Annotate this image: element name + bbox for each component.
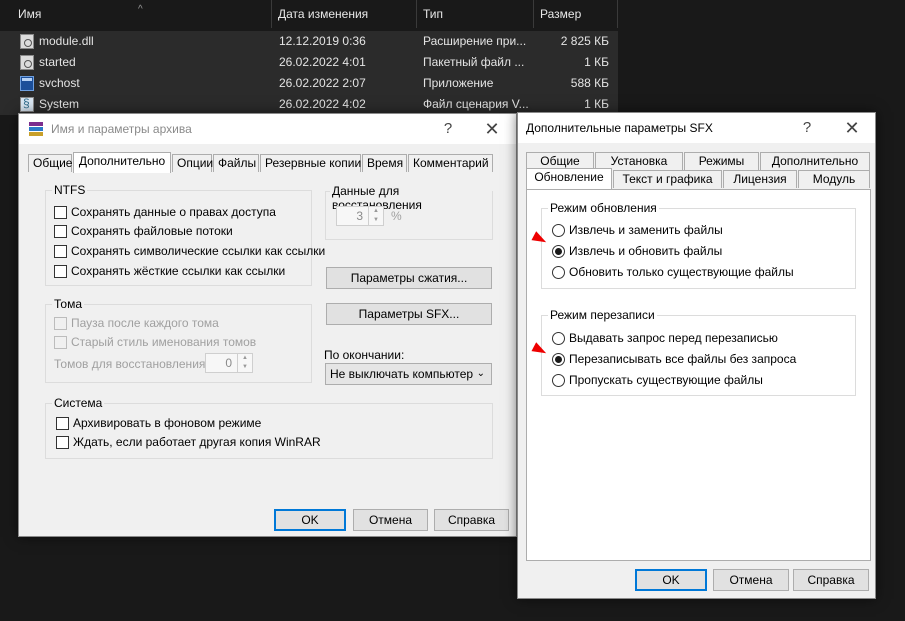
tab-advanced[interactable]: Дополнительно xyxy=(760,152,870,170)
file-type: Приложение xyxy=(423,76,494,90)
chevron-down-icon: ⌄ xyxy=(476,368,485,379)
tab-general[interactable]: Общие xyxy=(28,154,72,172)
tab-update[interactable]: Обновление xyxy=(526,168,612,189)
tab-panel-update: Режим обновления Извлечь и заменить файл… xyxy=(526,189,871,561)
column-date[interactable]: Дата изменения xyxy=(272,0,417,28)
column-size[interactable]: Размер xyxy=(534,0,618,28)
update-mode-group: Режим обновления Извлечь и заменить файл… xyxy=(541,201,856,289)
file-date: 26.02.2022 4:02 xyxy=(279,97,366,111)
file-row[interactable]: started 26.02.2022 4:01 Пакетный файл ..… xyxy=(0,52,618,73)
window-title: Имя и параметры архива xyxy=(51,122,192,136)
update-mode-title: Режим обновления xyxy=(548,201,659,215)
tab-license[interactable]: Лицензия xyxy=(723,170,797,188)
ok-button[interactable]: OK xyxy=(635,569,707,591)
close-icon[interactable]: ✕ xyxy=(481,118,503,140)
ntfs-group: NTFS Сохранять данные о правах доступа С… xyxy=(45,183,325,286)
help-title-button[interactable]: ? xyxy=(437,118,459,140)
recovery-percent-stepper[interactable]: 3 ▲ ▼ xyxy=(336,206,384,226)
spin-up-icon[interactable]: ▲ xyxy=(238,354,252,363)
file-name: System xyxy=(39,97,80,111)
file-name: started xyxy=(39,55,76,69)
close-icon[interactable]: ✕ xyxy=(841,117,863,139)
recovery-data-group: Данные для восстановления 3 ▲ ▼ % xyxy=(325,184,493,240)
winrar-icon xyxy=(29,122,43,136)
column-name[interactable]: Имя ^ xyxy=(0,0,272,28)
recovery-volumes-stepper[interactable]: 0 ▲ ▼ xyxy=(205,353,253,373)
overwrite-mode-title: Режим перезаписи xyxy=(548,308,657,322)
ok-button[interactable]: OK xyxy=(274,509,346,531)
tab-strip: Общие Дополнительно Опции Файлы Резервны… xyxy=(27,152,507,174)
overwrite-mode-group: Режим перезаписи Выдавать запрос перед п… xyxy=(541,308,856,396)
tab-backup[interactable]: Резервные копии xyxy=(260,154,361,172)
tab-comment[interactable]: Комментарий xyxy=(408,154,493,172)
tab-advanced[interactable]: Дополнительно xyxy=(73,152,171,173)
file-date: 26.02.2022 2:07 xyxy=(279,76,366,90)
file-row[interactable]: svchost 26.02.2022 2:07 Приложение 588 К… xyxy=(0,73,618,94)
cancel-button[interactable]: Отмена xyxy=(713,569,789,591)
file-list-header: Имя ^ Дата изменения Тип Размер xyxy=(0,0,618,28)
file-row[interactable]: module.dll 12.12.2019 0:36 Расширение пр… xyxy=(0,31,618,52)
file-name: module.dll xyxy=(39,34,94,48)
tab-module[interactable]: Модуль xyxy=(798,170,870,188)
tab-strip-row2: Обновление Текст и графика Лицензия Моду… xyxy=(526,168,871,190)
script-file-icon xyxy=(20,96,34,112)
column-type[interactable]: Тип xyxy=(417,0,534,28)
file-type: Расширение при... xyxy=(423,34,527,48)
recovery-volumes-label: Томов для восстановления: xyxy=(54,357,209,371)
tab-time[interactable]: Время xyxy=(362,154,407,172)
window-title: Дополнительные параметры SFX xyxy=(526,121,713,135)
on-finish-select[interactable]: Не выключать компьютер ⌄ xyxy=(325,363,492,385)
ntfs-group-title: NTFS xyxy=(52,183,88,197)
file-name: svchost xyxy=(39,76,80,90)
file-size: 2 825 КБ xyxy=(560,34,609,48)
application-icon xyxy=(20,76,34,91)
archive-options-dialog: Имя и параметры архива ? ✕ Общие Дополни… xyxy=(18,113,517,537)
spin-down-icon[interactable]: ▼ xyxy=(238,363,252,372)
system-group: Система Архивировать в фоновом режиме Жд… xyxy=(45,396,493,459)
help-title-button[interactable]: ? xyxy=(796,117,818,139)
tab-files[interactable]: Файлы xyxy=(213,154,259,172)
volumes-group-title: Тома xyxy=(52,297,84,311)
tab-options[interactable]: Опции xyxy=(172,154,213,172)
help-button[interactable]: Справка xyxy=(434,509,509,531)
sfx-options-dialog: Дополнительные параметры SFX ? ✕ Общие У… xyxy=(517,112,876,599)
spin-up-icon[interactable]: ▲ xyxy=(369,207,383,216)
tab-text-graphics[interactable]: Текст и графика xyxy=(613,170,722,188)
batch-file-icon xyxy=(20,55,34,70)
help-button[interactable]: Справка xyxy=(793,569,869,591)
system-group-title: Система xyxy=(52,396,105,410)
cancel-button[interactable]: Отмена xyxy=(353,509,428,531)
file-date: 26.02.2022 4:01 xyxy=(279,55,366,69)
settings-file-icon xyxy=(20,34,34,49)
compression-params-button[interactable]: Параметры сжатия... xyxy=(326,267,492,289)
sfx-params-button[interactable]: Параметры SFX... xyxy=(326,303,492,325)
file-date: 12.12.2019 0:36 xyxy=(279,34,366,48)
title-bar: Дополнительные параметры SFX ? ✕ xyxy=(518,113,875,143)
title-bar: Имя и параметры архива ? ✕ xyxy=(19,114,516,144)
spin-down-icon[interactable]: ▼ xyxy=(369,216,383,225)
sort-chevron-icon: ^ xyxy=(138,4,143,15)
percent-label: % xyxy=(391,209,402,223)
volumes-group: Тома Пауза после каждого тома Старый сти… xyxy=(45,297,312,383)
file-size: 588 КБ xyxy=(570,76,609,90)
on-finish-label: По окончании: xyxy=(324,348,405,362)
tab-modes[interactable]: Режимы xyxy=(684,152,759,170)
file-size: 1 КБ xyxy=(584,55,609,69)
file-type: Пакетный файл ... xyxy=(423,55,525,69)
